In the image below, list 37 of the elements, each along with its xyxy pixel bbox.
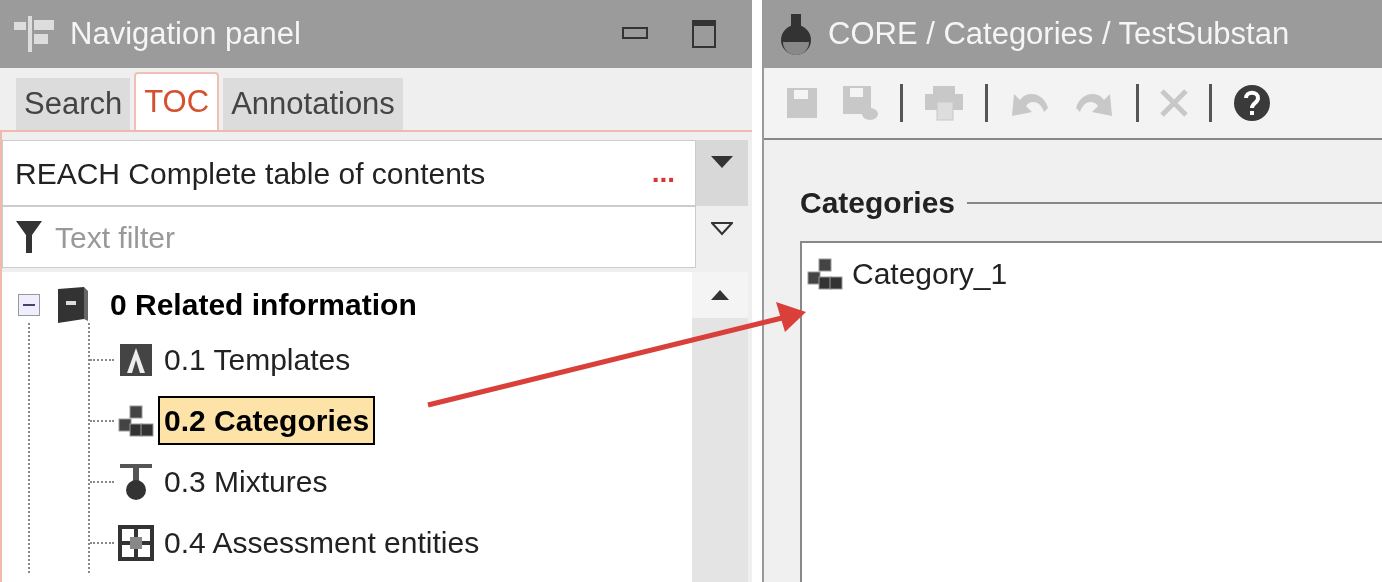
collapse-toggle[interactable] xyxy=(18,293,40,316)
toolbar-separator xyxy=(1136,84,1139,122)
caret-icon xyxy=(711,156,733,170)
tree-item[interactable]: 0.4 Assessment entities xyxy=(158,518,486,567)
caret-icon xyxy=(711,222,733,236)
tree-item[interactable]: 0.2 Categories xyxy=(158,396,376,445)
panel-title: Navigation panel xyxy=(70,14,302,53)
flask-icon xyxy=(118,461,154,502)
category-list[interactable]: Category_1 xyxy=(800,241,1382,582)
letter-a-icon xyxy=(119,342,153,377)
filter-icon xyxy=(16,221,42,253)
scrollbar[interactable] xyxy=(692,272,748,582)
tab[interactable]: Annotations xyxy=(223,78,403,130)
more-button[interactable]: ... xyxy=(651,152,675,194)
text-filter-field[interactable]: Text filter xyxy=(2,206,696,268)
help-icon[interactable] xyxy=(1232,83,1272,123)
cubes-icon xyxy=(117,403,155,438)
up-arrow-icon xyxy=(711,290,729,300)
toolbar-separator xyxy=(900,84,903,122)
cubes-icon xyxy=(806,256,844,291)
section-title: Categories xyxy=(800,185,956,221)
list-item[interactable]: Category_1 xyxy=(852,251,1008,296)
editor-title: CORE / Categories / TestSubstan xyxy=(828,14,1290,53)
grid-icon xyxy=(118,524,154,561)
tree-item[interactable]: 0.1 Templates xyxy=(158,335,357,384)
toc-dropdown[interactable]: REACH Complete table of contents ... xyxy=(2,140,696,206)
toolbar-separator xyxy=(985,84,988,122)
dropdown-button[interactable] xyxy=(696,140,748,206)
tree-item[interactable]: 0.3 Mixtures xyxy=(158,457,334,506)
tab[interactable]: Search xyxy=(16,78,131,130)
tree-item[interactable]: 0 Related information xyxy=(104,280,423,329)
toolbar-separator xyxy=(1209,84,1212,122)
scroll-up-button[interactable] xyxy=(692,272,748,318)
toc-dropdown-value: REACH Complete table of contents xyxy=(15,155,487,192)
minimize-icon[interactable] xyxy=(622,27,648,41)
tab[interactable]: TOC xyxy=(134,72,220,130)
maximize-icon[interactable] xyxy=(692,20,716,48)
